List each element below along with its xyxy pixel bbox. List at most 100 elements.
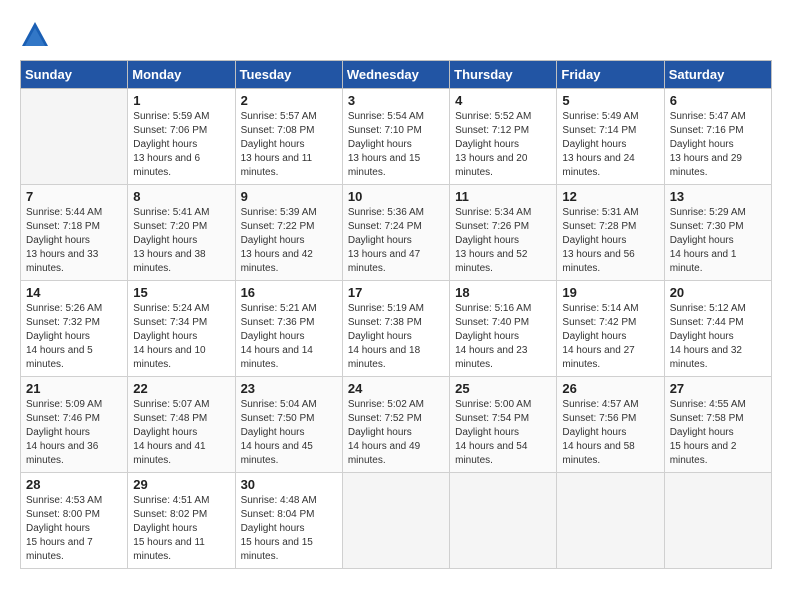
day-number: 27	[670, 381, 766, 396]
day-detail: Sunrise: 4:51 AM Sunset: 8:02 PM Dayligh…	[133, 494, 229, 564]
day-detail: Sunrise: 5:26 AM Sunset: 7:32 PM Dayligh…	[26, 302, 122, 372]
calendar-cell: 13 Sunrise: 5:29 AM Sunset: 7:30 PM Dayl…	[664, 185, 771, 281]
day-detail: Sunrise: 5:07 AM Sunset: 7:48 PM Dayligh…	[133, 398, 229, 468]
week-row-4: 21 Sunrise: 5:09 AM Sunset: 7:46 PM Dayl…	[21, 377, 772, 473]
calendar-cell	[342, 473, 449, 569]
day-number: 6	[670, 93, 766, 108]
calendar-cell: 2 Sunrise: 5:57 AM Sunset: 7:08 PM Dayli…	[235, 89, 342, 185]
page-header	[20, 20, 772, 50]
week-row-1: 1 Sunrise: 5:59 AM Sunset: 7:06 PM Dayli…	[21, 89, 772, 185]
calendar-cell: 12 Sunrise: 5:31 AM Sunset: 7:28 PM Dayl…	[557, 185, 664, 281]
day-number: 4	[455, 93, 551, 108]
day-detail: Sunrise: 4:48 AM Sunset: 8:04 PM Dayligh…	[241, 494, 337, 564]
day-number: 7	[26, 189, 122, 204]
day-detail: Sunrise: 5:34 AM Sunset: 7:26 PM Dayligh…	[455, 206, 551, 276]
day-number: 23	[241, 381, 337, 396]
day-number: 21	[26, 381, 122, 396]
calendar-cell: 7 Sunrise: 5:44 AM Sunset: 7:18 PM Dayli…	[21, 185, 128, 281]
day-number: 20	[670, 285, 766, 300]
calendar-cell: 8 Sunrise: 5:41 AM Sunset: 7:20 PM Dayli…	[128, 185, 235, 281]
day-number: 1	[133, 93, 229, 108]
day-detail: Sunrise: 4:53 AM Sunset: 8:00 PM Dayligh…	[26, 494, 122, 564]
day-number: 10	[348, 189, 444, 204]
calendar-cell: 19 Sunrise: 5:14 AM Sunset: 7:42 PM Dayl…	[557, 281, 664, 377]
day-detail: Sunrise: 5:16 AM Sunset: 7:40 PM Dayligh…	[455, 302, 551, 372]
logo-icon	[20, 20, 50, 50]
calendar-cell: 17 Sunrise: 5:19 AM Sunset: 7:38 PM Dayl…	[342, 281, 449, 377]
day-number: 12	[562, 189, 658, 204]
calendar-cell	[557, 473, 664, 569]
day-number: 25	[455, 381, 551, 396]
calendar-cell: 20 Sunrise: 5:12 AM Sunset: 7:44 PM Dayl…	[664, 281, 771, 377]
calendar-cell: 28 Sunrise: 4:53 AM Sunset: 8:00 PM Dayl…	[21, 473, 128, 569]
calendar-cell: 1 Sunrise: 5:59 AM Sunset: 7:06 PM Dayli…	[128, 89, 235, 185]
day-detail: Sunrise: 5:44 AM Sunset: 7:18 PM Dayligh…	[26, 206, 122, 276]
day-number: 28	[26, 477, 122, 492]
calendar-cell: 4 Sunrise: 5:52 AM Sunset: 7:12 PM Dayli…	[450, 89, 557, 185]
day-number: 22	[133, 381, 229, 396]
day-detail: Sunrise: 5:09 AM Sunset: 7:46 PM Dayligh…	[26, 398, 122, 468]
calendar-table: SundayMondayTuesdayWednesdayThursdayFrid…	[20, 60, 772, 569]
day-number: 16	[241, 285, 337, 300]
day-number: 9	[241, 189, 337, 204]
week-row-3: 14 Sunrise: 5:26 AM Sunset: 7:32 PM Dayl…	[21, 281, 772, 377]
day-number: 2	[241, 93, 337, 108]
day-detail: Sunrise: 4:57 AM Sunset: 7:56 PM Dayligh…	[562, 398, 658, 468]
weekday-header-sunday: Sunday	[21, 61, 128, 89]
calendar-cell: 16 Sunrise: 5:21 AM Sunset: 7:36 PM Dayl…	[235, 281, 342, 377]
day-detail: Sunrise: 5:41 AM Sunset: 7:20 PM Dayligh…	[133, 206, 229, 276]
calendar-cell: 29 Sunrise: 4:51 AM Sunset: 8:02 PM Dayl…	[128, 473, 235, 569]
calendar-cell: 27 Sunrise: 4:55 AM Sunset: 7:58 PM Dayl…	[664, 377, 771, 473]
calendar-cell: 6 Sunrise: 5:47 AM Sunset: 7:16 PM Dayli…	[664, 89, 771, 185]
day-number: 3	[348, 93, 444, 108]
calendar-cell: 9 Sunrise: 5:39 AM Sunset: 7:22 PM Dayli…	[235, 185, 342, 281]
calendar-cell: 10 Sunrise: 5:36 AM Sunset: 7:24 PM Dayl…	[342, 185, 449, 281]
calendar-cell: 18 Sunrise: 5:16 AM Sunset: 7:40 PM Dayl…	[450, 281, 557, 377]
day-number: 18	[455, 285, 551, 300]
calendar-cell: 30 Sunrise: 4:48 AM Sunset: 8:04 PM Dayl…	[235, 473, 342, 569]
day-number: 30	[241, 477, 337, 492]
calendar-cell	[664, 473, 771, 569]
weekday-header-thursday: Thursday	[450, 61, 557, 89]
day-number: 17	[348, 285, 444, 300]
day-detail: Sunrise: 4:55 AM Sunset: 7:58 PM Dayligh…	[670, 398, 766, 468]
day-detail: Sunrise: 5:59 AM Sunset: 7:06 PM Dayligh…	[133, 110, 229, 180]
calendar-cell: 23 Sunrise: 5:04 AM Sunset: 7:50 PM Dayl…	[235, 377, 342, 473]
weekday-header-friday: Friday	[557, 61, 664, 89]
day-detail: Sunrise: 5:19 AM Sunset: 7:38 PM Dayligh…	[348, 302, 444, 372]
day-number: 24	[348, 381, 444, 396]
day-detail: Sunrise: 5:14 AM Sunset: 7:42 PM Dayligh…	[562, 302, 658, 372]
day-number: 26	[562, 381, 658, 396]
day-detail: Sunrise: 5:49 AM Sunset: 7:14 PM Dayligh…	[562, 110, 658, 180]
day-detail: Sunrise: 5:36 AM Sunset: 7:24 PM Dayligh…	[348, 206, 444, 276]
calendar-cell	[450, 473, 557, 569]
calendar-cell: 25 Sunrise: 5:00 AM Sunset: 7:54 PM Dayl…	[450, 377, 557, 473]
day-detail: Sunrise: 5:21 AM Sunset: 7:36 PM Dayligh…	[241, 302, 337, 372]
day-detail: Sunrise: 5:00 AM Sunset: 7:54 PM Dayligh…	[455, 398, 551, 468]
day-detail: Sunrise: 5:29 AM Sunset: 7:30 PM Dayligh…	[670, 206, 766, 276]
day-number: 11	[455, 189, 551, 204]
day-detail: Sunrise: 5:31 AM Sunset: 7:28 PM Dayligh…	[562, 206, 658, 276]
calendar-cell: 11 Sunrise: 5:34 AM Sunset: 7:26 PM Dayl…	[450, 185, 557, 281]
calendar-cell	[21, 89, 128, 185]
day-detail: Sunrise: 5:47 AM Sunset: 7:16 PM Dayligh…	[670, 110, 766, 180]
calendar-cell: 14 Sunrise: 5:26 AM Sunset: 7:32 PM Dayl…	[21, 281, 128, 377]
day-number: 14	[26, 285, 122, 300]
week-row-2: 7 Sunrise: 5:44 AM Sunset: 7:18 PM Dayli…	[21, 185, 772, 281]
day-number: 19	[562, 285, 658, 300]
day-detail: Sunrise: 5:24 AM Sunset: 7:34 PM Dayligh…	[133, 302, 229, 372]
weekday-header-tuesday: Tuesday	[235, 61, 342, 89]
day-number: 5	[562, 93, 658, 108]
logo	[20, 20, 54, 50]
day-detail: Sunrise: 5:39 AM Sunset: 7:22 PM Dayligh…	[241, 206, 337, 276]
calendar-cell: 21 Sunrise: 5:09 AM Sunset: 7:46 PM Dayl…	[21, 377, 128, 473]
weekday-header-saturday: Saturday	[664, 61, 771, 89]
calendar-cell: 3 Sunrise: 5:54 AM Sunset: 7:10 PM Dayli…	[342, 89, 449, 185]
weekday-header-row: SundayMondayTuesdayWednesdayThursdayFrid…	[21, 61, 772, 89]
day-detail: Sunrise: 5:52 AM Sunset: 7:12 PM Dayligh…	[455, 110, 551, 180]
weekday-header-monday: Monday	[128, 61, 235, 89]
calendar-cell: 22 Sunrise: 5:07 AM Sunset: 7:48 PM Dayl…	[128, 377, 235, 473]
day-detail: Sunrise: 5:02 AM Sunset: 7:52 PM Dayligh…	[348, 398, 444, 468]
calendar-cell: 5 Sunrise: 5:49 AM Sunset: 7:14 PM Dayli…	[557, 89, 664, 185]
day-number: 13	[670, 189, 766, 204]
